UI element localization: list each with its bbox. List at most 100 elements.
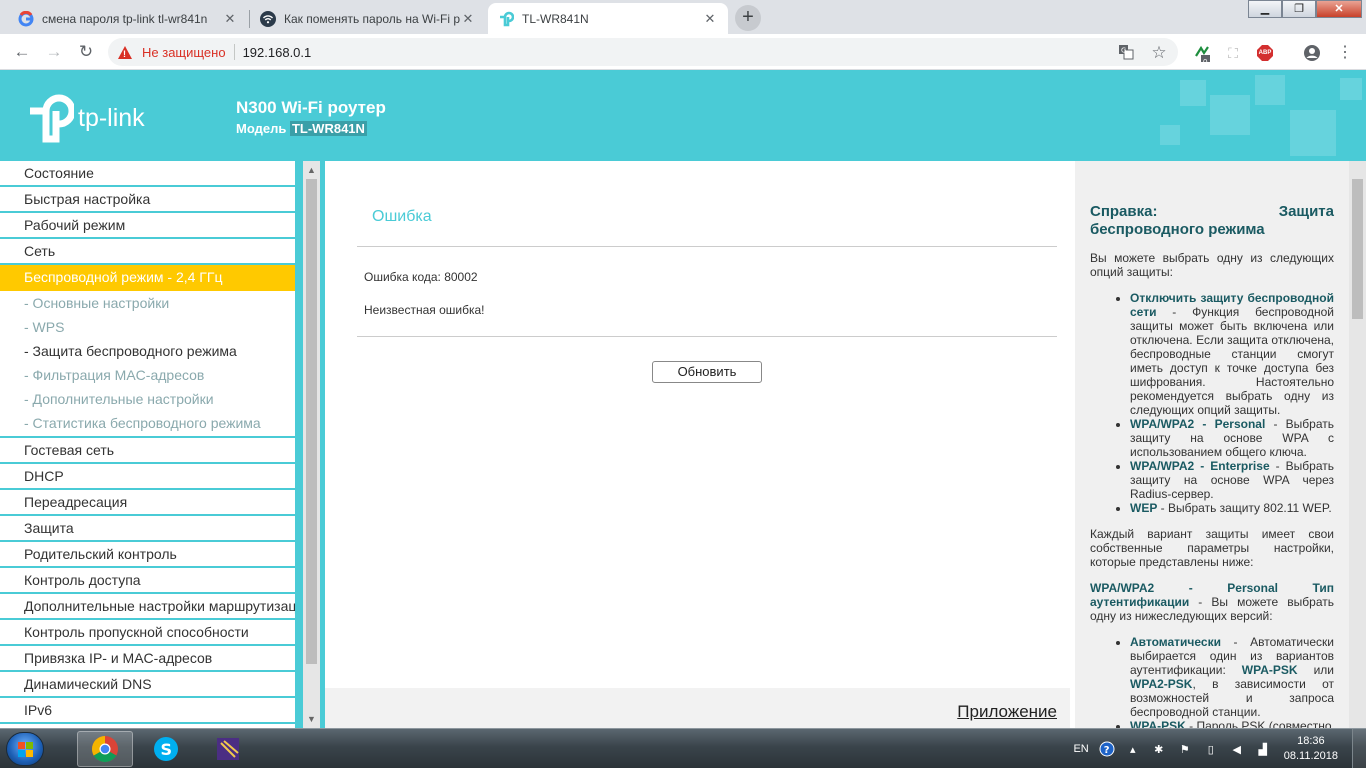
tray-expand-icon[interactable]: ▴ <box>1125 741 1141 757</box>
submenu-item-wireless-security[interactable]: - Защита беспроводного режима <box>0 339 295 363</box>
help-option-name: WPA/WPA2 - Personal <box>1130 417 1266 431</box>
extension-icon[interactable]: 0 <box>1193 44 1211 67</box>
forward-arrow-icon[interactable]: → <box>44 42 64 62</box>
sidebar-item-guest-network[interactable]: Гостевая сеть <box>0 438 295 464</box>
submenu-item-wps[interactable]: - WPS <box>0 315 295 339</box>
svg-text:S: S <box>161 740 173 759</box>
url-text[interactable]: 192.168.0.1 <box>243 45 312 60</box>
help-option: Отключить защиту беспроводной сети - Фун… <box>1130 291 1334 417</box>
app-link[interactable]: Приложение <box>957 702 1057 722</box>
refresh-button[interactable]: Обновить <box>652 361 762 383</box>
clock[interactable]: 18:36 08.11.2018 <box>1284 734 1338 764</box>
header-decoration <box>1210 95 1250 135</box>
help-options-list: Отключить защиту беспроводной сети - Фун… <box>1130 291 1334 515</box>
submenu-item-advanced[interactable]: - Дополнительные настройки <box>0 387 295 411</box>
scroll-down-arrow-icon[interactable]: ▼ <box>303 712 320 726</box>
help-icon[interactable]: ? <box>1099 741 1115 757</box>
sidebar-item-operation-mode[interactable]: Рабочий режим <box>0 213 295 239</box>
help-option-name: WPA/WPA2 - Enterprise <box>1130 459 1270 473</box>
translate-icon[interactable]: G <box>1117 44 1135 62</box>
tplink-icon <box>498 11 514 27</box>
language-indicator[interactable]: EN <box>1073 741 1088 757</box>
omnibox-divider <box>233 44 235 60</box>
close-tab-icon[interactable]: ✕ <box>460 11 476 27</box>
adblock-icon[interactable]: ABP <box>1256 44 1274 62</box>
submenu-item-mac-filtering[interactable]: - Фильтрация MAC-адресов <box>0 363 295 387</box>
back-arrow-icon[interactable]: ← <box>12 42 32 62</box>
window-close-button[interactable]: ✕ <box>1316 0 1362 18</box>
network-icon[interactable]: ▟ <box>1255 741 1271 757</box>
help-scrollbar[interactable] <box>1349 161 1366 728</box>
start-button[interactable] <box>6 732 44 766</box>
sidebar-item-parental-control[interactable]: Родительский контроль <box>0 542 295 568</box>
sidebar-item-forwarding[interactable]: Переадресация <box>0 490 295 516</box>
error-message: Неизвестная ошибка! <box>364 303 485 317</box>
sidebar-border <box>295 161 303 728</box>
header-decoration <box>1255 75 1285 105</box>
sidebar-item-network[interactable]: Сеть <box>0 239 295 265</box>
sidebar-item-security[interactable]: Защита <box>0 516 295 542</box>
bluetooth-icon[interactable]: ✱ <box>1151 741 1167 757</box>
help-inline-term: WPA2-PSK <box>1130 677 1193 691</box>
help-option-name: WPA-PSK <box>1130 719 1186 728</box>
sidebar-item-advanced-routing[interactable]: Дополнительные настройки маршрутизации <box>0 594 295 620</box>
scrollbar-thumb[interactable] <box>1352 179 1363 319</box>
browser-tab-strip: смена пароля tp-link tl-wr841n ✕ Как пом… <box>0 0 1366 34</box>
reload-icon[interactable]: ↻ <box>76 42 96 62</box>
sidebar-item-status[interactable]: Состояние <box>0 161 295 187</box>
help-option: WPA/WPA2 - Personal - Выбрать защиту на … <box>1130 417 1334 459</box>
windows-logo-icon <box>18 742 33 757</box>
warning-icon: ! <box>118 45 132 59</box>
help-option: WPA/WPA2 - Enterprise - Выбрать защиту н… <box>1130 459 1334 501</box>
action-center-flag-icon[interactable]: ⚑ <box>1177 741 1193 757</box>
scroll-up-arrow-icon[interactable]: ▲ <box>303 163 320 177</box>
error-code: Ошибка кода: 80002 <box>364 270 478 284</box>
sidebar-scrollbar[interactable]: ▲ ▼ <box>303 161 320 728</box>
volume-icon[interactable]: ◀ <box>1229 741 1245 757</box>
sidebar-item-dhcp[interactable]: DHCP <box>0 464 295 490</box>
pdf-icon[interactable]: ⛶ <box>1224 44 1242 62</box>
clock-time: 18:36 <box>1297 735 1325 747</box>
address-bar[interactable]: ! Не защищено 192.168.0.1 <box>108 38 1178 66</box>
sidebar-item-quick-setup[interactable]: Быстрая настройка <box>0 187 295 213</box>
windows-taskbar: S EN ? ▴ ✱ ⚑ ▯ ◀ ▟ 18:36 08.11.2018 <box>0 728 1366 768</box>
help-option-text: или <box>1297 663 1334 677</box>
taskbar-skype[interactable]: S <box>138 731 194 767</box>
sidebar-item-bandwidth-control[interactable]: Контроль пропускной способности <box>0 620 295 646</box>
editor-icon <box>217 738 239 760</box>
skype-icon: S <box>154 737 178 761</box>
bookmark-star-icon[interactable]: ☆ <box>1150 44 1168 62</box>
sidebar-item-ip-mac-binding[interactable]: Привязка IP- и MAC-адресов <box>0 646 295 672</box>
help-intro: Вы можете выбрать одну из следующих опци… <box>1090 251 1334 279</box>
svg-text:?: ? <box>1104 745 1110 756</box>
sidebar-item-ipv6[interactable]: IPv6 <box>0 698 295 724</box>
help-option-text: - Выбрать защиту 802.11 WEP. <box>1157 501 1332 515</box>
show-desktop-button[interactable] <box>1352 729 1366 768</box>
svg-text:G: G <box>1121 47 1126 55</box>
sidebar-item-ddns[interactable]: Динамический DNS <box>0 672 295 698</box>
help-paragraph: Каждый вариант защиты имеет свои собстве… <box>1090 527 1334 569</box>
tab-wifi-article[interactable]: Как поменять пароль на Wi-Fi р ✕ <box>250 3 486 34</box>
minimize-button[interactable]: ▁ <box>1248 0 1282 18</box>
menu-dots-icon[interactable]: ⋮ <box>1336 44 1354 62</box>
tab-google-search[interactable]: смена пароля tp-link tl-wr841n ✕ <box>8 3 248 34</box>
new-tab-button[interactable]: + <box>735 5 761 31</box>
wifi-icon <box>260 10 276 27</box>
tab-router[interactable]: TL-WR841N ✕ <box>488 3 728 34</box>
scrollbar-thumb[interactable] <box>306 179 317 664</box>
help-auth-option: Автоматически - Автоматически выбирается… <box>1130 635 1334 719</box>
account-icon[interactable] <box>1303 44 1321 62</box>
submenu-item-statistics[interactable]: - Статистика беспроводного режима <box>0 411 295 435</box>
sidebar-item-wireless[interactable]: Беспроводной режим - 2,4 ГГц <box>0 265 295 291</box>
tab-title: Как поменять пароль на Wi-Fi р <box>284 11 460 26</box>
maximize-button[interactable]: ❐ <box>1282 0 1316 18</box>
battery-icon[interactable]: ▯ <box>1203 741 1219 757</box>
security-status[interactable]: Не защищено <box>142 45 226 60</box>
sidebar-item-access-control[interactable]: Контроль доступа <box>0 568 295 594</box>
close-tab-icon[interactable]: ✕ <box>702 11 718 27</box>
submenu-item-basic-settings[interactable]: - Основные настройки <box>0 291 295 315</box>
taskbar-editor[interactable] <box>200 731 256 767</box>
model-value: TL-WR841N <box>289 121 367 136</box>
taskbar-chrome[interactable] <box>77 731 133 767</box>
close-tab-icon[interactable]: ✕ <box>222 11 238 27</box>
